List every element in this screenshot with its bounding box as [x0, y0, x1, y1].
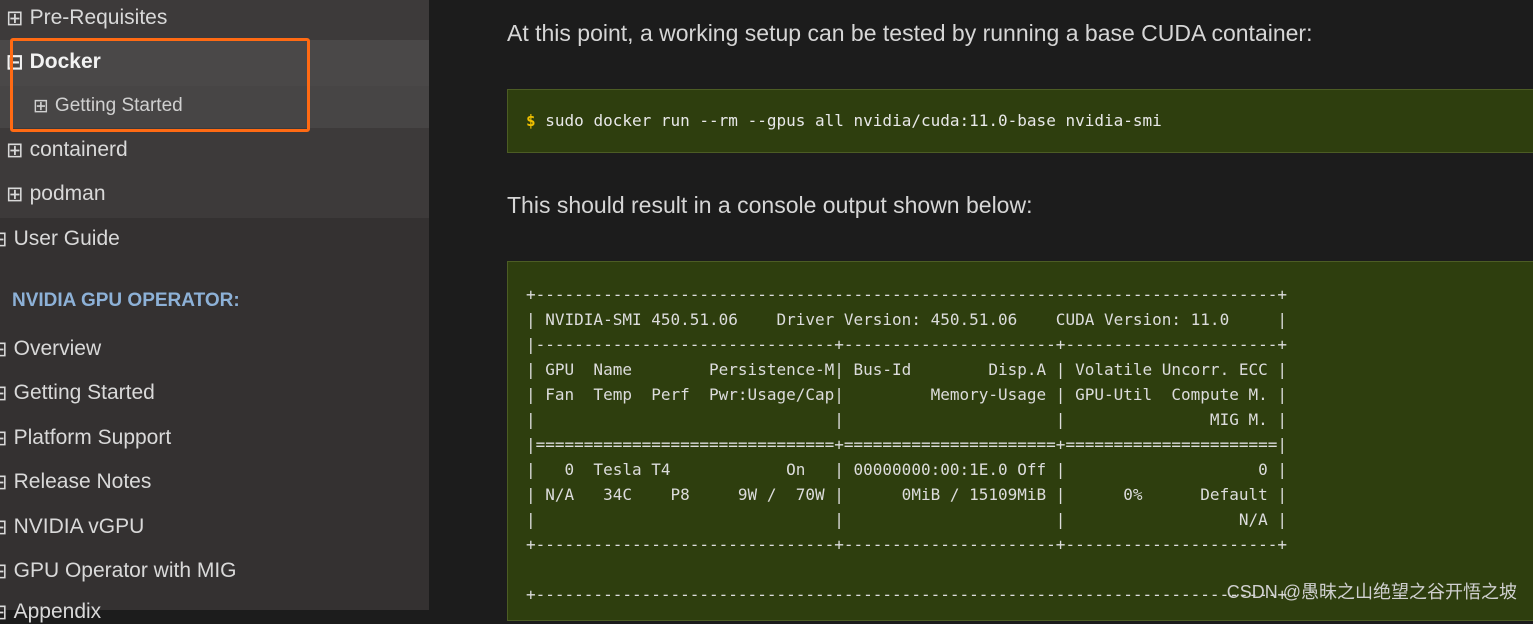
plus-box-icon[interactable]: ⊞	[0, 601, 8, 623]
console-line: | GPU Name Persistence-M| Bus-Id Disp.A …	[526, 360, 1287, 379]
plus-box-icon[interactable]: ⊞	[0, 560, 8, 582]
console-line: +-------------------------------+-------…	[526, 535, 1287, 554]
sidebar-item-appendix[interactable]: ⊞ Appendix	[0, 600, 101, 624]
sidebar-item-label: Appendix	[13, 600, 102, 623]
sidebar-caption: NVIDIA GPU OPERATOR:	[12, 290, 240, 311]
console-output-block: +---------------------------------------…	[507, 261, 1533, 621]
intro-paragraph: At this point, a working setup can be te…	[507, 20, 1313, 46]
sidebar-item-gpu-operator-mig[interactable]: ⊞ GPU Operator with MIG	[0, 559, 237, 583]
plus-box-icon[interactable]: ⊞	[0, 338, 8, 360]
plus-box-icon[interactable]: ⊞	[0, 471, 8, 493]
sidebar-item-release-notes[interactable]: ⊞ Release Notes	[0, 470, 151, 494]
watermark: CSDN @愚昧之山绝望之谷开悟之坡	[1226, 582, 1517, 602]
plus-box-icon[interactable]: ⊞	[0, 516, 8, 538]
annotation-highlight-box	[10, 38, 310, 132]
sidebar-item-platform-support[interactable]: ⊞ Platform Support	[0, 426, 171, 450]
console-line: | N/A 34C P8 9W / 70W | 0MiB / 15109MiB …	[526, 485, 1287, 504]
console-line: | 0 Tesla T4 On | 00000000:00:1E.0 Off |…	[526, 460, 1287, 479]
console-line: | | | N/A |	[526, 510, 1287, 529]
main-content: At this point, a working setup can be te…	[430, 0, 1533, 621]
sidebar-item-podman[interactable]: ⊞ podman	[6, 182, 106, 206]
sidebar-item-containerd[interactable]: ⊞ containerd	[6, 138, 128, 162]
plus-box-icon[interactable]: ⊞	[0, 427, 8, 449]
sidebar-item-label: User Guide	[13, 227, 120, 250]
command-code-block: $ sudo docker run --rm --gpus all nvidia…	[507, 89, 1533, 153]
plus-box-icon[interactable]: ⊞	[0, 382, 8, 404]
sidebar-item-label: NVIDIA vGPU	[13, 515, 145, 538]
result-paragraph: This should result in a console output s…	[507, 192, 1033, 218]
plus-box-icon[interactable]: ⊞	[6, 139, 24, 161]
console-line: |===============================+=======…	[526, 435, 1287, 454]
sidebar-item-overview[interactable]: ⊞ Overview	[0, 337, 101, 361]
console-line: | NVIDIA-SMI 450.51.06 Driver Version: 4…	[526, 310, 1287, 329]
sidebar-item-getting-started[interactable]: ⊞ Getting Started	[0, 381, 155, 405]
sidebar-item-label: Release Notes	[13, 470, 152, 493]
command-line: $ sudo docker run --rm --gpus all nvidia…	[526, 111, 1162, 130]
shell-prompt: $	[526, 111, 536, 130]
sidebar-item-label: containerd	[29, 138, 128, 161]
sidebar-item-label: Pre-Requisites	[29, 6, 168, 29]
console-line: +---------------------------------------…	[526, 285, 1287, 304]
console-line: |-------------------------------+-------…	[526, 335, 1287, 354]
sidebar-item-label: Getting Started	[13, 381, 155, 404]
console-line: | | | MIG M. |	[526, 410, 1287, 429]
plus-box-icon[interactable]: ⊞	[0, 228, 8, 250]
plus-box-icon[interactable]: ⊞	[6, 183, 24, 205]
sidebar-item-user-guide[interactable]: ⊞ User Guide	[0, 227, 120, 251]
sidebar-item-pre-requisites[interactable]: ⊞ Pre-Requisites	[6, 6, 167, 30]
plus-box-icon[interactable]: ⊞	[6, 7, 24, 29]
sidebar-item-label: Platform Support	[13, 426, 172, 449]
console-line: +---------------------------------------…	[526, 585, 1287, 604]
command-text: sudo docker run --rm --gpus all nvidia/c…	[545, 111, 1162, 130]
sidebar-item-label: podman	[29, 182, 106, 205]
sidebar-item-label: GPU Operator with MIG	[13, 559, 237, 582]
sidebar-item-label: Overview	[13, 337, 102, 360]
console-output: +---------------------------------------…	[526, 282, 1287, 607]
sidebar-item-nvidia-vgpu[interactable]: ⊞ NVIDIA vGPU	[0, 515, 144, 539]
console-line: | Fan Temp Perf Pwr:Usage/Cap| Memory-Us…	[526, 385, 1287, 404]
sidebar-nav: ⊞ Pre-Requisites ⊟ Docker ⊞ Getting Star…	[0, 0, 429, 623]
